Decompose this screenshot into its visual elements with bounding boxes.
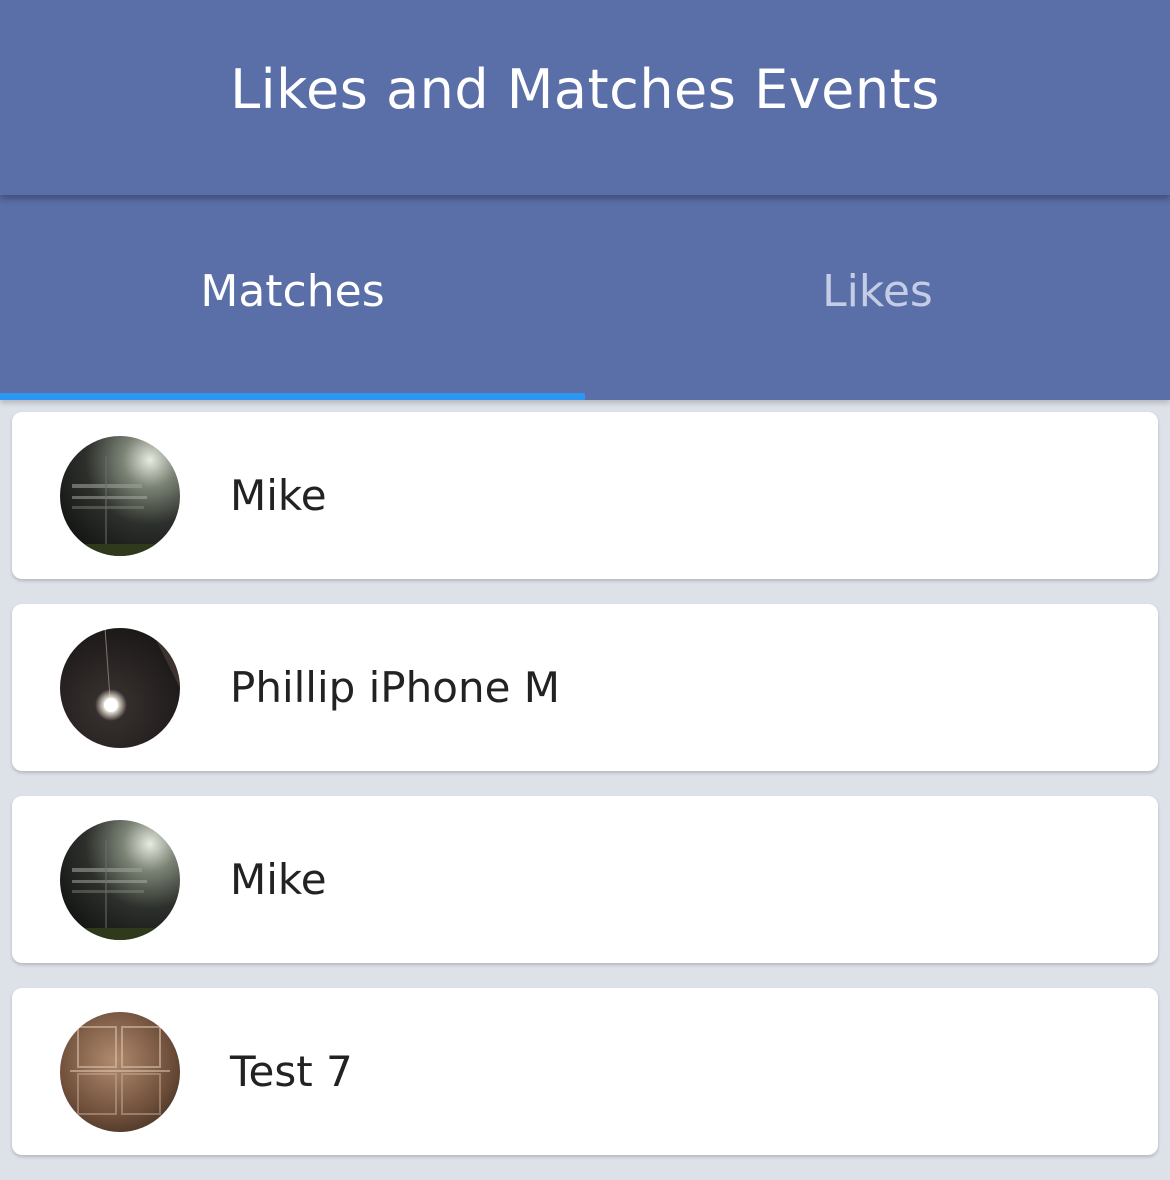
tab-bar: Matches Likes: [0, 195, 1170, 400]
list-item[interactable]: Mike: [12, 796, 1158, 963]
avatar: [60, 435, 180, 556]
page-title: Likes and Matches Events: [230, 58, 940, 121]
list-item[interactable]: Phillip iPhone M: [12, 604, 1158, 771]
match-name: Mike: [230, 855, 327, 904]
match-name: Test 7: [230, 1047, 353, 1096]
avatar: [60, 819, 180, 940]
tab-likes[interactable]: Likes: [585, 195, 1170, 400]
list-item[interactable]: Test 7: [12, 988, 1158, 1155]
tab-matches[interactable]: Matches: [0, 195, 585, 400]
avatar: [60, 1011, 180, 1132]
tab-matches-label: Matches: [200, 266, 385, 317]
tab-active-indicator: [0, 393, 585, 400]
tab-likes-label: Likes: [822, 266, 933, 317]
app-bar: Likes and Matches Events: [0, 0, 1170, 195]
match-name: Phillip iPhone M: [230, 663, 560, 712]
match-name: Mike: [230, 471, 327, 520]
list-item[interactable]: Mike: [12, 412, 1158, 579]
matches-list: Mike Phillip iPhone M Mike Test 7: [12, 412, 1158, 1180]
avatar: [60, 627, 180, 748]
